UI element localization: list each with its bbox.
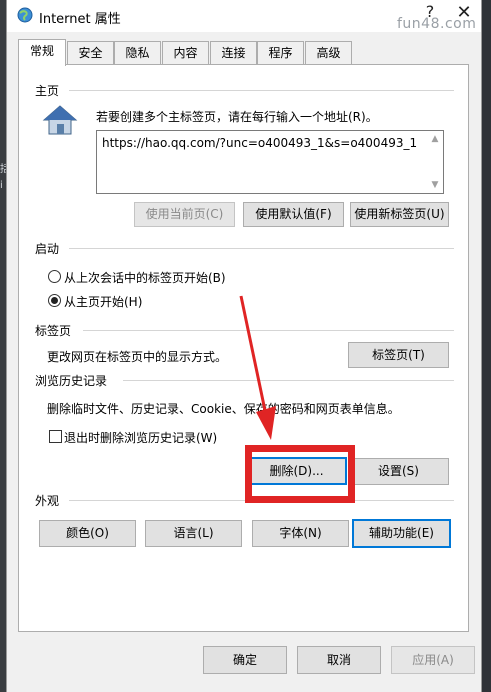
background-text: i	[0, 180, 3, 191]
internet-properties-dialog: Internet 属性 fun48.com ? ✕ 常规 安全 隐私 内容 连接…	[6, 0, 482, 692]
annotation-arrow	[239, 295, 276, 440]
tab-general[interactable]: 常规	[18, 39, 66, 66]
annotation-highlight-box	[245, 445, 355, 503]
